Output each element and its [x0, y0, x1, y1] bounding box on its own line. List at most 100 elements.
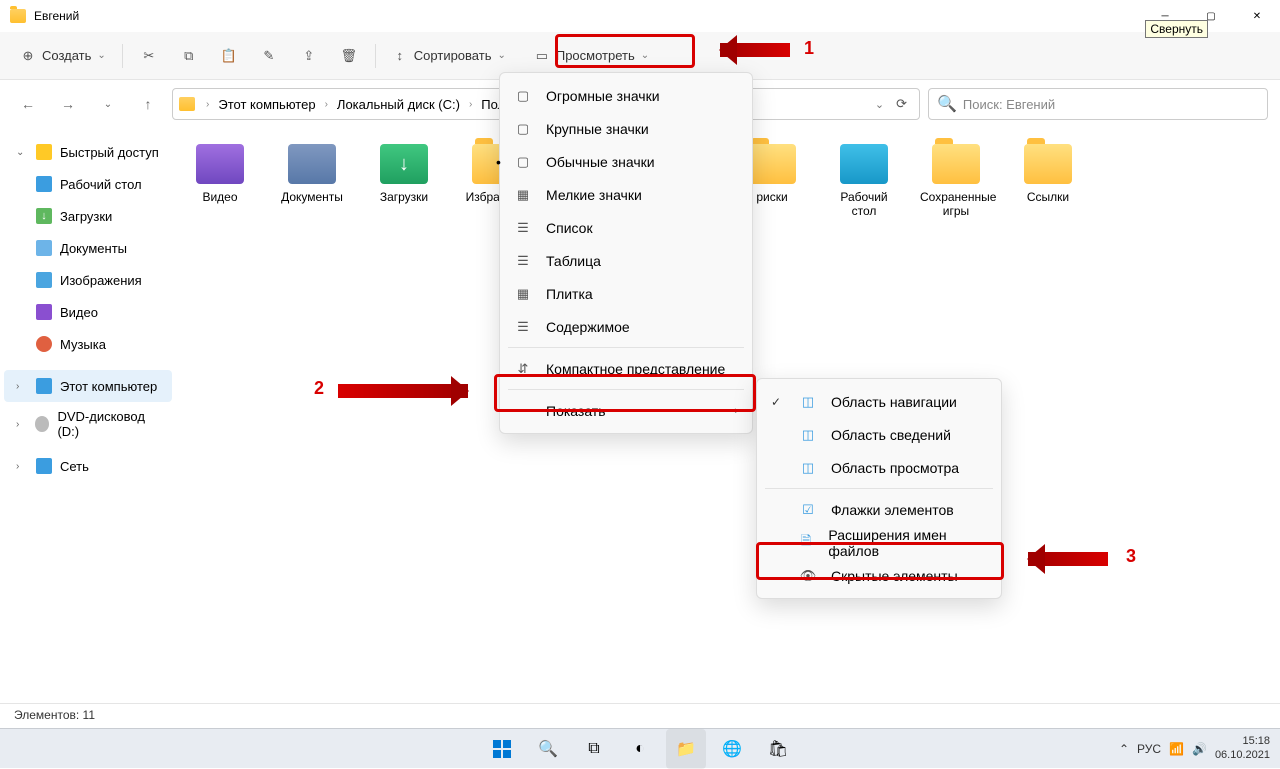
- sidebar-network[interactable]: ›Сеть: [4, 450, 172, 482]
- create-button[interactable]: ⊕ Создать ⌄: [12, 38, 114, 74]
- view-label: Просмотреть: [556, 48, 635, 63]
- table-icon: ☰: [514, 252, 532, 270]
- volume-icon[interactable]: 🔊: [1192, 742, 1207, 756]
- menu-large-icons[interactable]: ▢Крупные значки: [500, 112, 752, 145]
- label: Обычные значки: [546, 154, 655, 170]
- menu-separator: [508, 389, 744, 390]
- menu-table[interactable]: ☰Таблица: [500, 244, 752, 277]
- menu-content[interactable]: ☰Содержимое: [500, 310, 752, 343]
- content-icon: ☰: [514, 318, 532, 336]
- copy-button[interactable]: ⧉: [171, 38, 207, 74]
- show-submenu: ✓◫Область навигации ◫Область сведений ◫О…: [756, 378, 1002, 599]
- view-menu: ▢Огромные значки ▢Крупные значки •▢Обычн…: [499, 72, 753, 434]
- separator: [122, 44, 123, 68]
- taskview-button[interactable]: ⧉: [574, 729, 614, 769]
- titlebar: Евгений ─ ▢ ✕: [0, 0, 1280, 32]
- sidebar-downloads[interactable]: ↓Загрузки: [4, 200, 172, 232]
- eye-icon: 👁: [799, 567, 817, 585]
- menu-nav-pane[interactable]: ✓◫Область навигации: [757, 385, 1001, 418]
- menu-normal-icons[interactable]: •▢Обычные значки: [500, 145, 752, 178]
- menu-hidden-items[interactable]: 👁 Скрытые элементы: [757, 559, 1001, 592]
- chevron-right-icon: ›: [466, 99, 475, 110]
- window-title: Евгений: [34, 9, 79, 23]
- cut-button[interactable]: ✂: [131, 38, 167, 74]
- menu-show[interactable]: Показать›: [500, 394, 752, 427]
- menu-huge-icons[interactable]: ▢Огромные значки: [500, 79, 752, 112]
- recent-button[interactable]: ⌄: [92, 88, 124, 120]
- sidebar-music[interactable]: Музыка: [4, 328, 172, 360]
- paste-icon: 📋: [221, 48, 237, 64]
- documents-folder-icon: [288, 144, 336, 184]
- folder-icon: [748, 144, 796, 184]
- status-bar: Элементов: 11: [0, 703, 1280, 728]
- date: 06.10.2021: [1215, 749, 1270, 762]
- menu-details-pane[interactable]: ◫Область сведений: [757, 418, 1001, 451]
- chevron-right-icon: ›: [203, 99, 212, 110]
- menu-compact[interactable]: ⇵Компактное представление: [500, 352, 752, 385]
- item-videos[interactable]: Видео: [184, 144, 256, 218]
- menu-tiles[interactable]: ▦Плитка: [500, 277, 752, 310]
- label: Скрытые элементы: [831, 568, 958, 584]
- rename-button[interactable]: ✎: [251, 38, 287, 74]
- item-downloads[interactable]: ↓Загрузки: [368, 144, 440, 218]
- search-box[interactable]: 🔍: [928, 88, 1268, 120]
- menu-list[interactable]: ☰Список: [500, 211, 752, 244]
- search-input[interactable]: [963, 97, 1259, 112]
- label: Изображения: [60, 273, 142, 288]
- item-links[interactable]: Ссылки: [1012, 144, 1084, 218]
- start-button[interactable]: [482, 729, 522, 769]
- store-button[interactable]: 🛍: [758, 729, 798, 769]
- sidebar-images[interactable]: Изображения: [4, 264, 172, 296]
- chevron-down-icon[interactable]: ⌄: [875, 98, 884, 111]
- sort-button[interactable]: ↕ Сортировать ⌄: [384, 38, 514, 74]
- paste-button[interactable]: 📋: [211, 38, 247, 74]
- create-label: Создать: [42, 48, 91, 63]
- clock[interactable]: 15:18 06.10.2021: [1215, 735, 1270, 761]
- sidebar-quick[interactable]: ⌄Быстрый доступ: [4, 136, 172, 168]
- chevron-down-icon: ⌄: [641, 50, 649, 61]
- up-button[interactable]: ↑: [132, 88, 164, 120]
- label: Крупные значки: [546, 121, 649, 137]
- breadcrumb-segment[interactable]: Локальный диск (C:): [335, 97, 462, 112]
- annotation-3: 3: [1126, 546, 1136, 567]
- chevron-down-icon: ⌄: [97, 50, 105, 61]
- label: Компактное представление: [546, 361, 725, 377]
- sidebar-videos[interactable]: Видео: [4, 296, 172, 328]
- menu-preview-pane[interactable]: ◫Область просмотра: [757, 451, 1001, 484]
- wifi-icon[interactable]: 📶: [1169, 742, 1184, 756]
- star-icon: [36, 144, 52, 160]
- menu-small-icons[interactable]: ▦Мелкие значки: [500, 178, 752, 211]
- sidebar-pc[interactable]: ›Этот компьютер: [4, 370, 172, 402]
- sidebar-documents[interactable]: Документы: [4, 232, 172, 264]
- menu-extensions[interactable]: 🗎Расширения имен файлов: [757, 526, 1001, 559]
- explorer-button[interactable]: 📁: [666, 729, 706, 769]
- refresh-button[interactable]: ⟳: [896, 96, 907, 112]
- language-indicator[interactable]: РУС: [1137, 742, 1161, 756]
- trash-icon: 🗑: [341, 48, 357, 64]
- sidebar-desktop[interactable]: Рабочий стол: [4, 168, 172, 200]
- edge-button[interactable]: 🌐: [712, 729, 752, 769]
- breadcrumb-segment[interactable]: Этот компьютер: [216, 97, 317, 112]
- search-icon: 🔍: [937, 94, 957, 114]
- folder-icon: [932, 144, 980, 184]
- view-button[interactable]: ▭ Просмотреть ⌄: [526, 38, 657, 74]
- item-desktop[interactable]: Рабочий стол: [828, 144, 900, 218]
- close-button[interactable]: ✕: [1234, 0, 1280, 32]
- forward-button[interactable]: →: [52, 88, 84, 120]
- chevron-right-icon: ›: [734, 405, 738, 417]
- item-saved-games[interactable]: Сохраненные игры: [920, 144, 992, 218]
- tray-chevron-icon[interactable]: ⌃: [1119, 742, 1129, 756]
- panel-icon: ◫: [799, 459, 817, 477]
- desktop-icon: [36, 176, 52, 192]
- widgets-button[interactable]: ◐: [620, 729, 660, 769]
- sidebar-dvd[interactable]: ›DVD-дисковод (D:): [4, 408, 172, 440]
- share-button[interactable]: ⇪: [291, 38, 327, 74]
- delete-button[interactable]: 🗑: [331, 38, 367, 74]
- annotation-2: 2: [314, 378, 324, 399]
- search-button[interactable]: 🔍: [528, 729, 568, 769]
- back-button[interactable]: ←: [12, 88, 44, 120]
- computer-icon: [36, 378, 52, 394]
- sort-icon: ↕: [392, 48, 408, 64]
- menu-checkboxes[interactable]: ☑Флажки элементов: [757, 493, 1001, 526]
- item-documents[interactable]: Документы: [276, 144, 348, 218]
